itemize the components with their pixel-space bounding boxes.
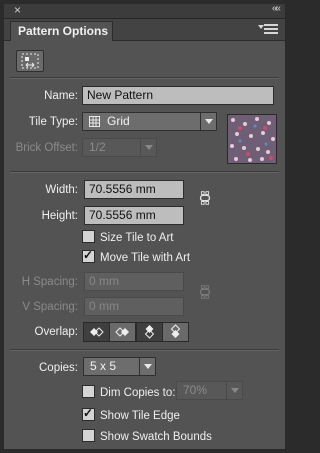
size-tile-to-art-checkbox[interactable] — [82, 230, 95, 243]
brick-offset-value: 1/2 — [89, 140, 106, 154]
name-field[interactable]: New Pattern — [82, 86, 274, 105]
dim-copies-checkbox[interactable] — [82, 385, 95, 398]
v-spacing-label: V Spacing: — [22, 301, 78, 313]
close-panel-button[interactable]: × — [14, 3, 21, 17]
vertical-overlap-group — [136, 322, 189, 342]
pattern-swatch-preview — [227, 114, 277, 164]
size-tile-to-art-option[interactable]: Size Tile to Art — [82, 230, 174, 244]
divider — [10, 77, 279, 79]
divider — [10, 349, 279, 351]
size-tile-to-art-label: Size Tile to Art — [100, 232, 174, 244]
v-spacing-field[interactable]: 0 mm — [84, 297, 184, 316]
divider — [10, 171, 279, 173]
chevron-down-icon — [139, 358, 155, 375]
pattern-options-panel: × «« Pattern Options Name: New Pattern T… — [3, 3, 286, 450]
tile-type-dropdown[interactable]: Grid — [82, 112, 217, 131]
show-swatch-bounds-label: Show Swatch Bounds — [100, 431, 212, 443]
h-spacing-field[interactable]: 0 mm — [84, 272, 184, 291]
collapse-panel-button[interactable]: «« — [272, 3, 281, 14]
pattern-tile-tool-icon — [21, 53, 39, 69]
chevron-down-icon — [140, 139, 156, 156]
panel-top-strip: × «« — [4, 3, 285, 19]
height-label: Height: — [41, 210, 78, 222]
chain-link-icon-disabled[interactable] — [197, 283, 213, 301]
show-swatch-bounds-checkbox[interactable] — [82, 429, 95, 442]
grid-icon — [89, 116, 100, 127]
move-tile-with-art-label: Move Tile with Art — [100, 252, 191, 264]
bottom-in-front-icon[interactable] — [163, 323, 188, 341]
right-in-front-icon[interactable] — [110, 323, 135, 341]
left-in-front-icon[interactable] — [84, 323, 110, 341]
dim-copies-dropdown[interactable]: 70% — [176, 381, 243, 400]
overlap-label: Overlap: — [34, 326, 78, 338]
copies-label: Copies: — [39, 362, 78, 374]
dim-copies-option[interactable]: Dim Copies to: — [82, 385, 175, 399]
brick-offset-label: Brick Offset: — [15, 142, 78, 154]
tile-type-value: Grid — [107, 114, 130, 128]
tile-type-label: Tile Type: — [28, 116, 78, 128]
tab-pattern-options[interactable]: Pattern Options — [10, 21, 113, 41]
brick-offset-dropdown[interactable]: 1/2 — [82, 138, 157, 157]
dim-copies-label: Dim Copies to: — [100, 387, 176, 399]
copies-value: 5 x 5 — [90, 359, 117, 373]
chain-link-icon[interactable] — [197, 189, 213, 207]
width-field[interactable]: 70.5556 mm — [84, 180, 184, 199]
h-spacing-label: H Spacing: — [21, 276, 78, 288]
height-field[interactable]: 70.5556 mm — [84, 206, 184, 225]
chevron-down-icon — [200, 113, 216, 130]
name-label: Name: — [44, 90, 78, 102]
dim-copies-value: 70% — [183, 383, 208, 397]
chevron-down-icon — [226, 382, 242, 399]
pattern-tile-tool-button[interactable] — [16, 50, 44, 72]
top-in-front-icon[interactable] — [137, 323, 163, 341]
show-tile-edge-label: Show Tile Edge — [100, 410, 180, 422]
move-tile-with-art-option[interactable]: Move Tile with Art — [82, 248, 191, 264]
show-swatch-bounds-option[interactable]: Show Swatch Bounds — [82, 429, 212, 443]
width-label: Width: — [45, 184, 78, 196]
show-tile-edge-option[interactable]: Show Tile Edge — [82, 406, 180, 422]
copies-dropdown[interactable]: 5 x 5 — [83, 357, 156, 376]
tab-bar: Pattern Options — [4, 19, 285, 41]
move-tile-with-art-checkbox[interactable] — [82, 248, 95, 263]
panel-menu-icon[interactable] — [258, 24, 278, 36]
horizontal-overlap-group — [83, 322, 136, 342]
show-tile-edge-checkbox[interactable] — [82, 406, 95, 421]
